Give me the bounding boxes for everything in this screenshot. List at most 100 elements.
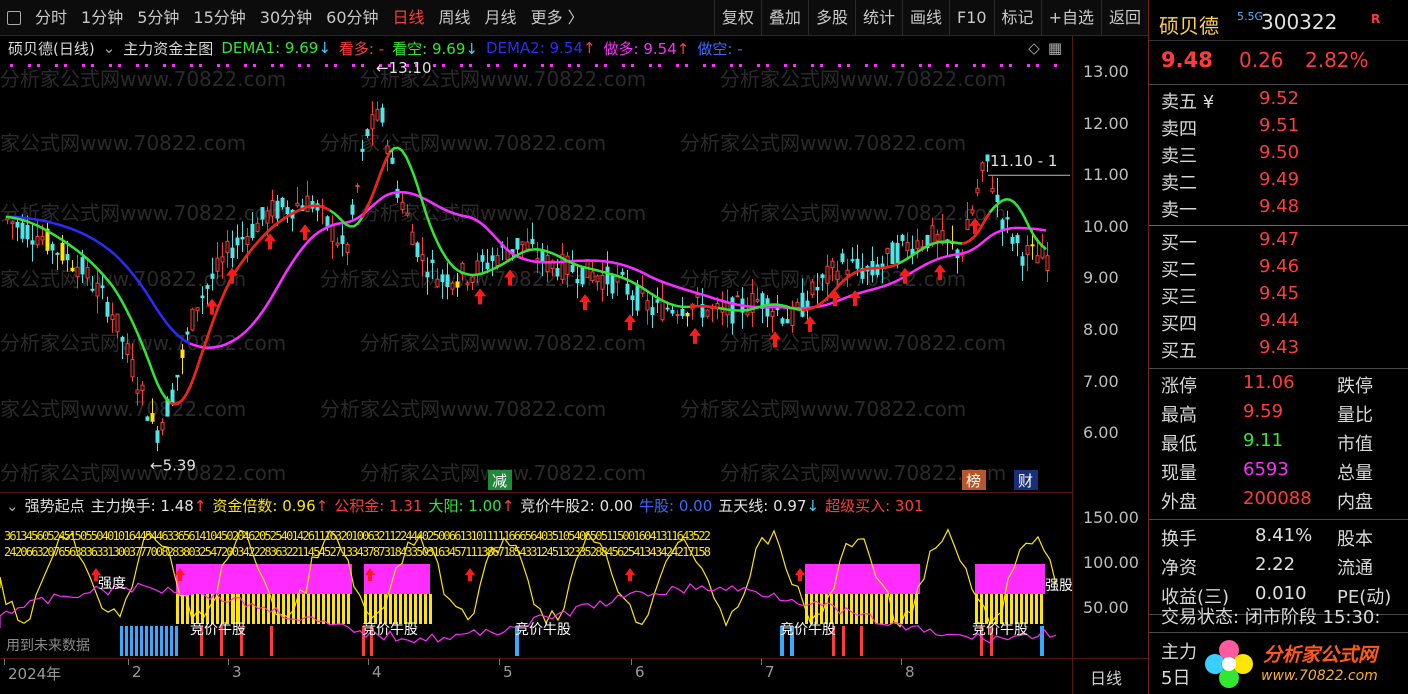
stock-chart-app: 分时 1分钟 5分钟 15分钟 30分钟 60分钟 日线 周线 月线 更多 〉 复权 叠加 多股 统计画…: [0, 0, 1408, 694]
candle-body: [340, 235, 345, 245]
candle-body: [210, 273, 215, 279]
candle-body: [665, 307, 670, 310]
candle-body: [520, 241, 525, 246]
price-change: 0.26: [1239, 48, 1284, 72]
tab-0[interactable]: 分时: [28, 0, 74, 36]
candle-body: [1000, 219, 1005, 230]
diamond-icon[interactable]: ◇: [1028, 39, 1040, 57]
buy-level-row[interactable]: 买五 9.43: [1149, 337, 1408, 364]
quote-stat-row: 最低 9.11 市值: [1161, 430, 1373, 455]
grid-icon[interactable]: ▦: [1048, 39, 1062, 57]
x-axis: 日线 2024年 2 3 4 5 6 7 8: [0, 658, 1148, 694]
event-marker-label: 榜: [966, 472, 981, 490]
candle-body: [745, 311, 750, 316]
tab-9[interactable]: 更多 〉: [524, 0, 591, 36]
tool-button-3[interactable]: 统计: [854, 0, 902, 36]
candle-body: [425, 272, 430, 278]
window-icon[interactable]: [0, 0, 28, 36]
sell-level-row[interactable]: 卖二 9.49: [1149, 169, 1408, 196]
watermark-text: 分析家公式网www.70822.com: [720, 331, 1006, 355]
chart-title: 硕贝德(日线): [8, 39, 95, 58]
candle-body: [670, 309, 675, 314]
candle-body: [775, 308, 780, 311]
watermark-text: 分析家公式网www.70822.com: [320, 397, 606, 421]
sub-chart-label: 强股: [1045, 578, 1072, 594]
candle-body: [900, 234, 905, 241]
candle-body: [575, 278, 580, 284]
candle-body: [215, 257, 220, 272]
y-axis: 13.00 12.00 11.00 10.00 9.00 8.00 7.00 6.00 150.…: [1072, 36, 1148, 694]
x-tick-label: 3: [232, 663, 242, 681]
sub-indicator-chart[interactable]: 3613456052451505504010164454463365614104…: [0, 518, 1072, 658]
sell-level-row[interactable]: 卖四 9.51: [1149, 115, 1408, 142]
quote-stat-row: 涨停 11.06 跌停: [1161, 372, 1373, 397]
sell-level-row[interactable]: 卖五 ¥9.52: [1149, 88, 1408, 115]
tool-button-1[interactable]: 叠加: [760, 0, 808, 36]
tab-3[interactable]: 15分钟: [186, 0, 252, 36]
dema2-value: DEMA2: 9.54↑: [485, 39, 596, 57]
candle-body: [440, 274, 445, 283]
x-tick-mark: [499, 659, 500, 665]
candle-body: [225, 240, 230, 254]
tab-5[interactable]: 60分钟: [319, 0, 385, 36]
tab-8[interactable]: 月线: [478, 0, 524, 36]
candle-body: [190, 308, 195, 331]
candle-body: [815, 286, 820, 291]
sub-indicator-toggle-icon[interactable]: ⌄: [6, 497, 19, 515]
y-tick-label: 11.00: [1083, 165, 1129, 185]
candle-body: [565, 255, 570, 275]
candle-body: [810, 281, 815, 296]
candle-body: [130, 359, 135, 378]
buy-level-row[interactable]: 买三 9.45: [1149, 283, 1408, 310]
candle-body: [830, 260, 835, 269]
tool-button-5[interactable]: F10: [948, 0, 994, 36]
tool-button-2[interactable]: 多股: [807, 0, 855, 36]
candle-body: [325, 216, 330, 228]
sub-chart-label: 强度: [98, 576, 126, 592]
candle-body: [485, 262, 490, 270]
candle-body: [85, 267, 90, 279]
tab-1[interactable]: 1分钟: [74, 0, 130, 36]
sell-level-row[interactable]: 卖一 9.48: [1149, 196, 1408, 223]
sub-indicator-title[interactable]: 强势起点: [25, 495, 85, 516]
trade-status: 交易状态: 闭市阶段 15:30:: [1161, 607, 1381, 628]
tab-4[interactable]: 30分钟: [253, 0, 319, 36]
candle-body: [235, 237, 240, 246]
tool-button-7[interactable]: +自选: [1040, 0, 1101, 36]
x-tick-label: 2024年: [8, 665, 62, 683]
sub-chart-label: 竞价牛股: [515, 621, 571, 638]
indicator-name[interactable]: 主力资金主图: [123, 38, 213, 59]
sell-level-row[interactable]: 卖三 9.50: [1149, 142, 1408, 169]
candle-body: [880, 263, 885, 267]
price-chart[interactable]: 分析家公式网www.70822.com 分析家公式网www.70822.com 分析…: [0, 60, 1072, 492]
tool-button-0[interactable]: 复权: [713, 0, 761, 36]
y-tick-label: 9.00: [1083, 268, 1119, 288]
candle-body: [435, 278, 440, 288]
candle-body: [200, 295, 205, 299]
candle-body: [935, 233, 940, 242]
x-tick-label: 8: [905, 663, 915, 681]
candle-body: [275, 200, 280, 219]
candle-body: [580, 266, 585, 285]
tool-button-6[interactable]: 标记: [993, 0, 1041, 36]
x-tick-mark: [368, 659, 369, 665]
tab-6[interactable]: 日线: [386, 0, 432, 36]
candle-body: [795, 301, 800, 309]
sub-indicator-item-2: 公积金: 1.31: [334, 497, 423, 515]
indicator-toggle-icon[interactable]: ⌄: [103, 39, 116, 57]
candle-body: [915, 240, 920, 250]
candle-body: [355, 185, 360, 188]
tab-2[interactable]: 5分钟: [130, 0, 186, 36]
period-label[interactable]: 日线: [1090, 665, 1122, 689]
tab-7[interactable]: 周线: [432, 0, 478, 36]
buy-level-row[interactable]: 买四 9.44: [1149, 310, 1408, 337]
candle-body: [470, 276, 475, 284]
tool-button-8[interactable]: 返回: [1100, 0, 1148, 36]
candle-body: [455, 281, 460, 288]
candle-body: [800, 292, 805, 317]
buy-level-row[interactable]: 买一 9.47: [1149, 229, 1408, 256]
buy-level-row[interactable]: 买二 9.46: [1149, 256, 1408, 283]
tool-button-4[interactable]: 画线: [901, 0, 949, 36]
x-tick-mark: [4, 659, 5, 665]
y-tick-label: 13.00: [1083, 62, 1129, 81]
